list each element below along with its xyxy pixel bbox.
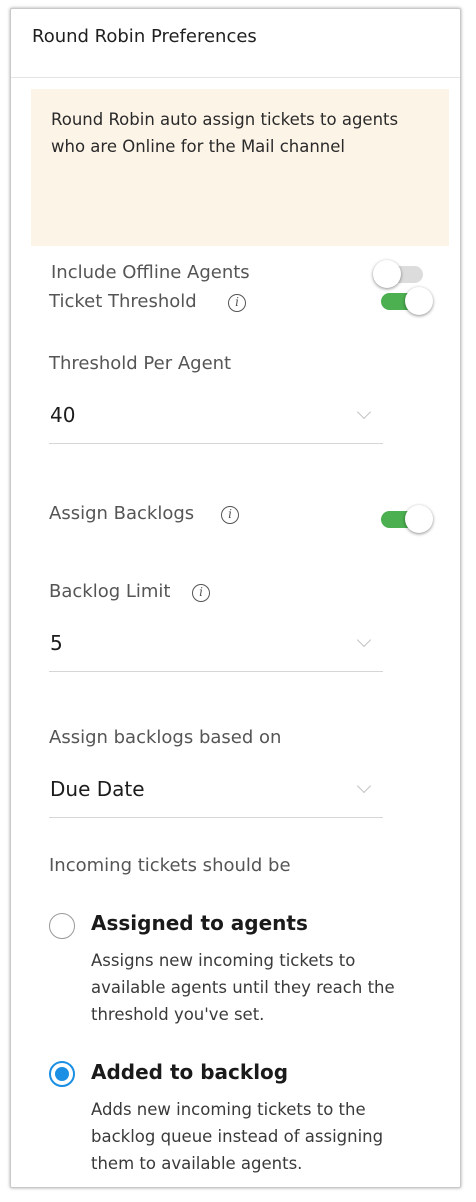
description-line: them to available agents. — [91, 1154, 303, 1173]
description-line: available agents until they reach the — [91, 978, 395, 997]
ticket-threshold-toggle[interactable] — [381, 285, 433, 317]
toggle-knob — [373, 260, 401, 288]
toggle-knob — [405, 287, 433, 315]
description-line: threshold you've set. — [91, 1005, 265, 1024]
info-icon[interactable]: i — [221, 506, 239, 524]
assigned-to-agents-description: Assigns new incoming tickets to availabl… — [91, 947, 441, 1028]
toggle-knob — [405, 505, 433, 533]
backlog-limit-label: Backlog Limit — [49, 581, 171, 602]
incoming-tickets-label: Incoming tickets should be — [49, 855, 291, 876]
added-to-backlog-description: Adds new incoming tickets to the backlog… — [91, 1096, 441, 1177]
description-line: Adds new incoming tickets to the — [91, 1100, 366, 1119]
info-description: Round Robin auto assign tickets to agent… — [51, 106, 441, 160]
assign-backlogs-label: Assign Backlogs — [49, 503, 195, 524]
backlog-basis-select[interactable]: Due Date — [49, 769, 383, 818]
info-line: who are Online for the Mail channel — [51, 137, 345, 156]
assigned-to-agents-radio[interactable] — [49, 913, 75, 939]
ticket-threshold-label: Ticket Threshold — [49, 291, 197, 312]
threshold-per-agent-value: 40 — [50, 403, 76, 427]
chevron-down-icon — [356, 632, 372, 648]
threshold-per-agent-label: Threshold Per Agent — [49, 353, 232, 374]
online-info-box: Round Robin auto assign tickets to agent… — [31, 89, 449, 288]
description-line: backlog queue instead of assigning — [91, 1127, 384, 1146]
assigned-to-agents-title[interactable]: Assigned to agents — [91, 911, 308, 935]
chevron-down-icon — [356, 404, 372, 420]
info-line: Round Robin auto assign tickets to agent… — [51, 110, 399, 129]
round-robin-preferences-panel: Round Robin Preferences Round Robin auto… — [10, 8, 461, 1188]
info-icon[interactable]: i — [192, 584, 210, 602]
added-to-backlog-radio[interactable] — [49, 1061, 75, 1087]
panel-title: Round Robin Preferences — [32, 26, 257, 47]
info-icon[interactable]: i — [228, 294, 246, 312]
description-line: Assigns new incoming tickets to — [91, 951, 356, 970]
backlog-limit-value: 5 — [50, 631, 63, 655]
include-offline-agents-label: Include Offline Agents — [51, 262, 250, 283]
chevron-down-icon — [356, 778, 372, 794]
panel-header: Round Robin Preferences — [11, 9, 460, 78]
added-to-backlog-title[interactable]: Added to backlog — [91, 1060, 288, 1084]
backlog-limit-select[interactable]: 5 — [49, 623, 383, 672]
assign-backlogs-based-on-label: Assign backlogs based on — [49, 727, 282, 748]
threshold-per-agent-select[interactable]: 40 — [49, 395, 383, 444]
radio-selected-dot — [55, 1067, 69, 1081]
backlog-basis-value: Due Date — [50, 777, 145, 801]
assign-backlogs-toggle[interactable] — [381, 503, 433, 535]
